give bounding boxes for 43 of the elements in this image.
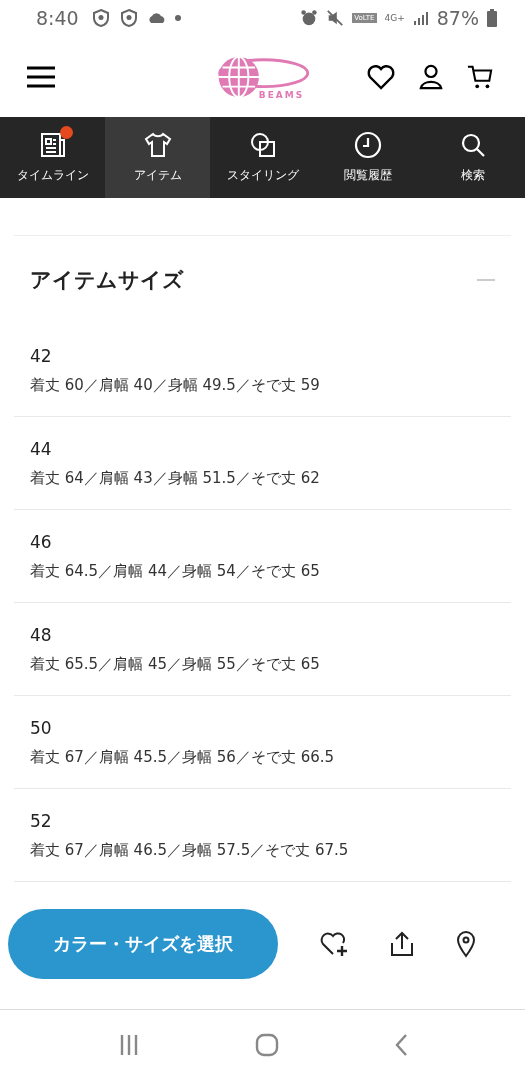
menu-icon[interactable] [26, 65, 56, 88]
share-icon[interactable] [390, 931, 414, 957]
battery-percent: 87% [436, 7, 479, 29]
size-measurements: 着丈 67／肩幅 45.5／身幅 56／そで丈 66.5 [30, 748, 336, 767]
shield-icon [90, 8, 111, 28]
network-label: 4G+ [384, 13, 405, 23]
size-label: 48 [30, 625, 53, 645]
shield-icon [118, 8, 139, 28]
user-icon[interactable] [419, 62, 443, 91]
clock-icon [353, 131, 382, 159]
back-icon[interactable] [393, 1033, 408, 1057]
overlapping-shapes-icon [248, 131, 277, 159]
size-label: 50 [30, 718, 53, 738]
status-time: 8:40 [36, 7, 79, 29]
heart-plus-icon[interactable] [320, 931, 348, 957]
cloud-icon [146, 12, 167, 24]
size-measurements: 着丈 64.5／肩幅 44／身幅 54／そで丈 65 [30, 562, 321, 581]
mute-icon [326, 9, 345, 27]
size-measurements: 着丈 64／肩幅 43／身幅 51.5／そで丈 62 [30, 469, 321, 488]
brand-logo-text: BEAMS [258, 89, 305, 100]
signal-icon [412, 10, 429, 26]
location-pin-icon[interactable] [456, 930, 476, 958]
battery-icon [487, 9, 497, 27]
size-measurements: 着丈 60／肩幅 40／身幅 49.5／そで丈 59 [30, 376, 321, 395]
size-label: 52 [30, 811, 53, 831]
nav-tab[interactable]: アイテム [105, 117, 210, 198]
size-label: 44 [30, 439, 53, 459]
nav-tab[interactable]: スタイリング [210, 117, 315, 198]
newspaper-icon [38, 131, 67, 159]
size-measurements: 着丈 67／肩幅 46.5／身幅 57.5／そで丈 67.5 [30, 841, 350, 860]
nav-tab[interactable]: タイムライン [0, 117, 105, 198]
nav-tab[interactable]: 閲覧履歴 [315, 117, 420, 198]
section-title: アイテムサイズ [30, 267, 184, 294]
nav-tab[interactable]: 検索 [420, 117, 525, 198]
dot-icon [174, 15, 181, 21]
size-label: 42 [30, 346, 53, 366]
size-label: 46 [30, 532, 53, 552]
cart-icon[interactable] [467, 63, 493, 90]
heart-icon[interactable] [367, 63, 395, 90]
tshirt-icon [143, 131, 172, 159]
alarm-icon [300, 9, 319, 27]
home-icon[interactable] [254, 1033, 279, 1057]
size-measurements: 着丈 65.5／肩幅 45／身幅 55／そで丈 65 [30, 655, 321, 674]
